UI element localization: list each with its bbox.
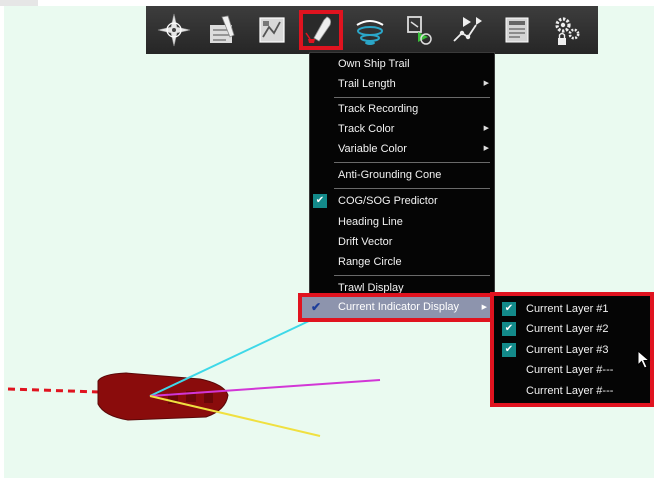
menu-item-cog-sog-predictor[interactable]: ✔ COG/SOG Predictor: [310, 192, 494, 210]
own-ship-menu: Own Ship Trail Trail Length ▶ Track Recor…: [309, 52, 495, 320]
target-icon[interactable]: [397, 10, 441, 50]
submenu-item-current-layer-4[interactable]: Current Layer #---: [494, 360, 650, 380]
menu-item-range-circle[interactable]: Range Circle: [310, 253, 494, 271]
current-vector-layer-1: [149, 311, 329, 397]
mouse-cursor-icon: [637, 350, 651, 369]
ship-deck-3: [204, 393, 213, 403]
menu-item-heading-line[interactable]: Heading Line: [310, 213, 494, 231]
own-ship-trail: [7, 387, 101, 394]
menu-item-current-indicator-display[interactable]: ✔ Current Indicator Display ▶: [302, 297, 493, 318]
menu-separator: [334, 162, 490, 163]
menu-separator: [334, 97, 490, 98]
submenu-item-current-layer-5[interactable]: Current Layer #---: [494, 381, 650, 401]
toolbar: [146, 6, 598, 54]
menu-item-own-ship-trail[interactable]: Own Ship Trail: [310, 55, 494, 73]
submenu-item-current-layer-3[interactable]: ✔ Current Layer #3: [494, 340, 650, 360]
menu-item-track-recording[interactable]: Track Recording: [310, 100, 494, 118]
current-layer-submenu: ✔ Current Layer #1 ✔ Current Layer #2 ✔ Cur…: [490, 292, 654, 407]
submenu-arrow-icon: ▶: [483, 145, 489, 152]
submenu-arrow-icon: ▶: [483, 80, 489, 87]
checkbox-checked-icon[interactable]: ✔: [502, 343, 516, 357]
checkbox-checked-icon[interactable]: ✔: [502, 302, 516, 316]
submenu-item-current-layer-1[interactable]: ✔ Current Layer #1: [494, 299, 650, 319]
menu-item-variable-color[interactable]: Variable Color ▶: [310, 140, 494, 158]
menu-separator: [334, 275, 490, 276]
checkbox-checked-icon[interactable]: ✔: [313, 194, 327, 208]
sonar-icon[interactable]: [348, 10, 392, 50]
chart-pen-icon[interactable]: [201, 10, 245, 50]
menu-item-track-color[interactable]: Track Color ▶: [310, 120, 494, 138]
settings-icon[interactable]: [544, 10, 588, 50]
submenu-item-current-layer-2[interactable]: ✔ Current Layer #2: [494, 319, 650, 339]
submenu-arrow-icon: ▶: [481, 304, 487, 311]
menu-item-drift-vector[interactable]: Drift Vector: [310, 233, 494, 251]
checkbox-checked-icon[interactable]: ✔: [502, 322, 516, 336]
own-ship-icon[interactable]: [299, 10, 343, 50]
menu-item-anti-grounding-cone[interactable]: Anti-Grounding Cone: [310, 166, 494, 184]
submenu-arrow-icon: ▶: [483, 125, 489, 132]
document-icon[interactable]: [495, 10, 539, 50]
checkmark-icon[interactable]: ✔: [311, 297, 321, 318]
route-icon[interactable]: [446, 10, 490, 50]
compass-rose-icon[interactable]: [152, 10, 196, 50]
chart-window-icon[interactable]: [250, 10, 294, 50]
menu-separator: [334, 188, 490, 189]
menu-item-trail-length[interactable]: Trail Length ▶: [310, 75, 494, 93]
